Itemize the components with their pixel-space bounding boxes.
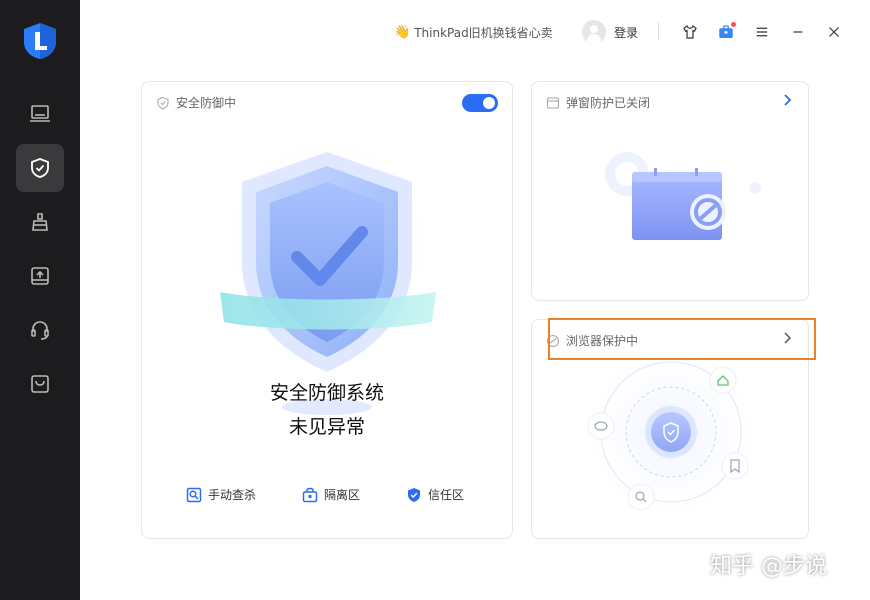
chevron-right-icon[interactable] xyxy=(782,92,794,108)
skin-button[interactable] xyxy=(679,21,701,43)
menu-button[interactable] xyxy=(751,21,773,43)
shield-check-icon xyxy=(31,158,49,178)
hand-wave-icon: 👋 xyxy=(394,24,411,40)
card-title: 安全防御中 xyxy=(176,96,237,110)
card-header: 安全防御中 xyxy=(156,94,236,111)
defense-toggle[interactable] xyxy=(462,94,498,112)
manual-scan-button[interactable]: 手动查杀 xyxy=(186,486,256,503)
hamburger-menu-icon xyxy=(756,27,768,37)
headset-icon xyxy=(31,321,49,340)
divider xyxy=(658,22,659,40)
toolbox-button[interactable] xyxy=(715,21,737,43)
app-logo-icon xyxy=(22,22,58,60)
watermark: 知乎 @步说 xyxy=(710,554,827,579)
card-title: 弹窗防护已关闭 xyxy=(566,96,651,110)
status-line-2: 未见异常 xyxy=(288,416,365,438)
trust-zone-icon xyxy=(408,487,420,502)
trust-zone-button[interactable]: 信任区 xyxy=(406,486,464,503)
action-row: 手动查杀 隔离区 信任区 xyxy=(142,486,512,506)
broom-icon xyxy=(32,213,48,231)
bag-icon xyxy=(31,375,49,393)
action-label: 隔离区 xyxy=(324,488,361,502)
avatar xyxy=(582,20,606,44)
sidebar-item-store[interactable] xyxy=(16,360,64,408)
popup-blocked-illustration xyxy=(605,152,761,240)
highlight-box xyxy=(548,318,816,360)
laptop-icon xyxy=(30,105,50,122)
shield-outline-icon xyxy=(157,96,169,109)
action-label: 手动查杀 xyxy=(208,488,257,502)
minimize-icon xyxy=(793,31,803,33)
close-icon xyxy=(829,27,839,37)
manual-scan-icon xyxy=(186,487,202,502)
browser-protection-illustration xyxy=(576,350,766,527)
security-defense-card: 安全防御中 安全防御系统 未见异常 手动查杀 隔离区 信任区 xyxy=(141,81,513,539)
sidebar xyxy=(0,0,80,600)
sidebar-item-security[interactable] xyxy=(16,144,64,192)
quarantine-icon xyxy=(302,487,318,502)
quarantine-button[interactable]: 隔离区 xyxy=(302,486,360,503)
login-label: 登录 xyxy=(614,25,639,40)
minimize-button[interactable] xyxy=(787,21,809,43)
title-bar: 👋 ThinkPad旧机换钱省心卖 登录 xyxy=(80,0,870,64)
popup-protection-card[interactable]: 弹窗防护已关闭 xyxy=(531,81,809,301)
window-icon xyxy=(546,96,560,109)
sidebar-item-drive[interactable] xyxy=(16,252,64,300)
sidebar-item-device[interactable] xyxy=(16,90,64,138)
close-button[interactable] xyxy=(823,21,845,43)
user-login[interactable]: 登录 xyxy=(582,20,638,44)
notification-dot xyxy=(731,22,736,27)
sidebar-item-support[interactable] xyxy=(16,306,64,354)
promo-text: ThinkPad旧机换钱省心卖 xyxy=(414,25,553,40)
card-header: 弹窗防护已关闭 xyxy=(546,94,650,111)
tshirt-icon xyxy=(683,25,697,39)
promo-banner[interactable]: 👋 ThinkPad旧机换钱省心卖 xyxy=(394,22,553,42)
status-line-1: 安全防御系统 xyxy=(269,382,384,404)
sidebar-item-cleanup[interactable] xyxy=(16,198,64,246)
action-label: 信任区 xyxy=(428,488,465,502)
drive-upload-icon xyxy=(31,267,49,285)
